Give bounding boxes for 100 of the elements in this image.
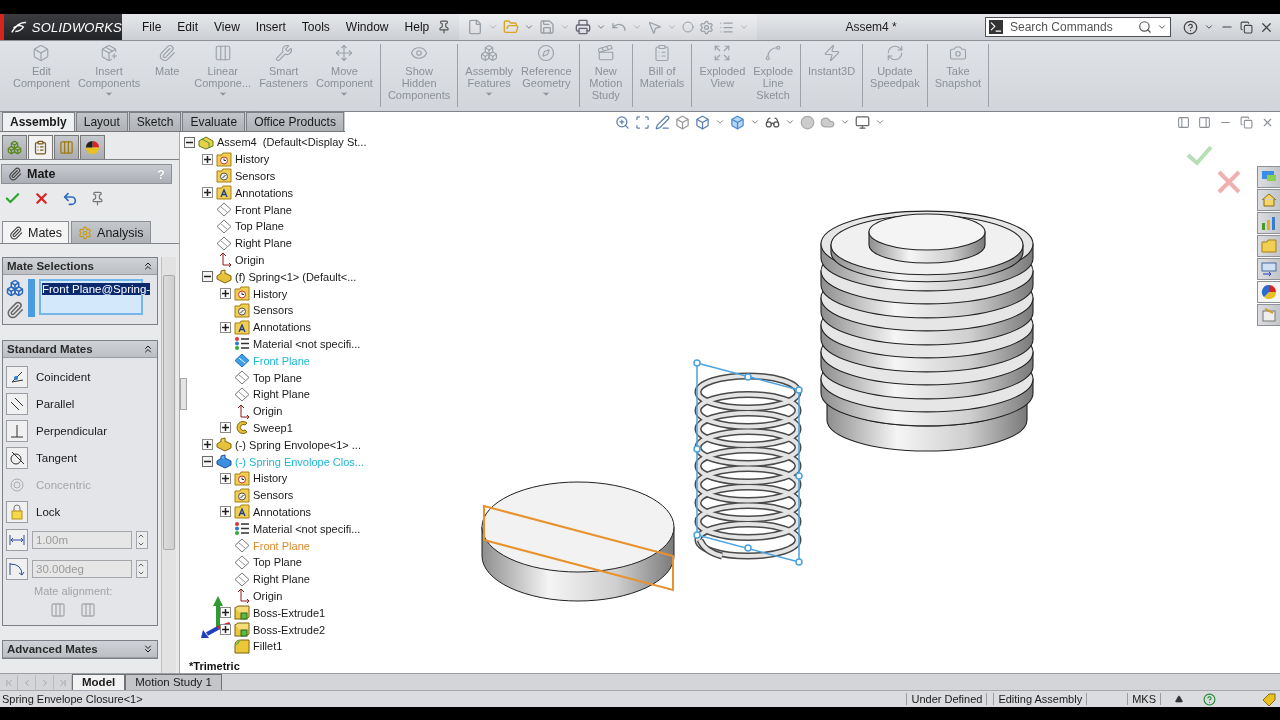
- menu-item[interactable]: File: [134, 20, 170, 34]
- tree-item[interactable]: History: [235, 153, 270, 166]
- help-icon[interactable]: [1183, 19, 1198, 35]
- panel-handle[interactable]: [180, 378, 187, 410]
- collapse-icon[interactable]: [183, 136, 195, 148]
- zoom-area-icon[interactable]: [634, 114, 650, 130]
- panel-tab[interactable]: Analysis: [71, 221, 151, 243]
- collapse-icon[interactable]: [142, 260, 154, 272]
- spinner[interactable]: [136, 559, 148, 578]
- restore-icon[interactable]: [1240, 20, 1253, 34]
- open-folder-icon[interactable]: [503, 19, 520, 35]
- aligned-icon[interactable]: [50, 602, 66, 618]
- tree-item[interactable]: Fillet1: [253, 640, 283, 653]
- angle-button[interactable]: [6, 557, 28, 580]
- panel-tab[interactable]: [28, 135, 53, 159]
- menu-item[interactable]: Tools: [293, 20, 338, 34]
- tree-item[interactable]: Origin: [235, 253, 265, 266]
- help-icon[interactable]: [1203, 692, 1216, 706]
- task-pane-tab[interactable]: [1257, 235, 1280, 257]
- menu-item[interactable]: View: [206, 20, 248, 34]
- tree-item[interactable]: Top Plane: [253, 556, 302, 569]
- bottom-tab[interactable]: Motion Study 1: [125, 674, 222, 690]
- expand-icon[interactable]: [219, 321, 231, 333]
- menu-item[interactable]: Window: [337, 20, 397, 34]
- panel-tab[interactable]: Mates: [2, 221, 70, 243]
- expand-icon[interactable]: [219, 422, 231, 434]
- tree-item[interactable]: Annotations: [235, 186, 294, 199]
- expand-icon[interactable]: [219, 472, 231, 484]
- search-box[interactable]: Search Commands: [985, 17, 1171, 37]
- collapse-icon[interactable]: [142, 343, 154, 355]
- search-icon[interactable]: [1138, 20, 1152, 34]
- check-icon[interactable]: [1186, 145, 1213, 166]
- selection-item[interactable]: Front Plane@Spring-: [42, 283, 151, 295]
- bottom-tab[interactable]: Model: [72, 674, 126, 690]
- command-tab[interactable]: Evaluate: [182, 112, 246, 131]
- tree-item[interactable]: History: [253, 287, 288, 300]
- tile-icon[interactable]: [1177, 115, 1190, 129]
- monitor-icon[interactable]: [854, 114, 870, 130]
- zoom-icon[interactable]: [614, 114, 630, 130]
- expand-icon[interactable]: [201, 153, 213, 165]
- caret-icon[interactable]: [1175, 695, 1183, 703]
- options-icon[interactable]: [699, 19, 715, 35]
- list-icon[interactable]: [719, 19, 735, 35]
- tree-item[interactable]: Boss-Extrude1: [253, 606, 326, 619]
- command-tab[interactable]: Layout: [75, 112, 128, 131]
- tree-item[interactable]: Annotations: [253, 321, 312, 334]
- tree-item[interactable]: Right Plane: [235, 237, 292, 250]
- tree-item[interactable]: Right Plane: [253, 573, 310, 586]
- expand-icon[interactable]: [201, 187, 213, 199]
- tree-item[interactable]: Origin: [253, 589, 283, 602]
- tree-item[interactable]: Top Plane: [235, 220, 284, 233]
- tree-item[interactable]: History: [253, 472, 288, 485]
- pointer-icon[interactable]: [647, 19, 663, 35]
- task-pane-tab[interactable]: [1257, 189, 1280, 211]
- mate-button[interactable]: [6, 365, 28, 388]
- collapse-icon[interactable]: [201, 456, 213, 468]
- expand-icon[interactable]: [142, 643, 154, 655]
- task-pane-tab[interactable]: [1257, 212, 1280, 234]
- tree-item[interactable]: (-) Spring Envolope<1> ...: [235, 438, 361, 451]
- anti-aligned-icon[interactable]: [80, 602, 96, 618]
- menu-item[interactable]: Help: [396, 20, 438, 34]
- mate-button[interactable]: [6, 392, 28, 415]
- scrollbar[interactable]: [161, 257, 176, 673]
- new-file-icon[interactable]: [467, 19, 484, 35]
- search-field[interactable]: Search Commands: [1008, 19, 1133, 35]
- expand-icon[interactable]: [219, 624, 231, 635]
- tree-item[interactable]: Sensors: [253, 304, 294, 317]
- print-icon[interactable]: [575, 19, 592, 35]
- cube-icon[interactable]: [694, 114, 710, 130]
- tree-item[interactable]: Origin: [253, 405, 283, 418]
- paperclip-icon[interactable]: [6, 301, 24, 319]
- tree-item[interactable]: Front Plane: [235, 203, 292, 216]
- expand-icon[interactable]: [219, 288, 231, 300]
- task-pane-tab[interactable]: [1257, 258, 1280, 280]
- tree-item[interactable]: Annotations: [253, 505, 312, 518]
- task-pane-tab[interactable]: [1257, 304, 1280, 326]
- cloud-icon[interactable]: [819, 114, 835, 130]
- cube-icon[interactable]: [729, 114, 745, 130]
- pin-icon[interactable]: [437, 20, 452, 34]
- tile-icon[interactable]: [1198, 115, 1211, 129]
- tree-item[interactable]: Sensors: [235, 170, 276, 182]
- tree-item[interactable]: Sweep1: [253, 421, 293, 434]
- command-tab[interactable]: Assembly: [2, 112, 75, 131]
- tree-item[interactable]: Boss-Extrude2: [253, 623, 326, 636]
- restore-icon[interactable]: [1240, 115, 1253, 129]
- command-tab[interactable]: Office Products: [246, 112, 344, 131]
- expand-icon[interactable]: [219, 506, 231, 518]
- tree-item[interactable]: Right Plane: [253, 388, 310, 401]
- undo-icon[interactable]: [62, 190, 78, 207]
- tree-item[interactable]: Material <not specifi...: [253, 337, 361, 350]
- tree-item[interactable]: (f) Spring<1> (Default<...: [235, 270, 357, 283]
- pin-icon[interactable]: [90, 191, 105, 206]
- expand-icon[interactable]: [201, 439, 213, 451]
- tree-item[interactable]: Top Plane: [253, 371, 302, 384]
- collapse-icon[interactable]: [201, 271, 213, 283]
- task-pane-tab[interactable]: [1257, 281, 1280, 303]
- menu-item[interactable]: Insert: [247, 20, 294, 34]
- close-icon[interactable]: [33, 190, 50, 207]
- mate-button[interactable]: [6, 446, 28, 469]
- tree-item[interactable]: Sensors: [253, 489, 294, 502]
